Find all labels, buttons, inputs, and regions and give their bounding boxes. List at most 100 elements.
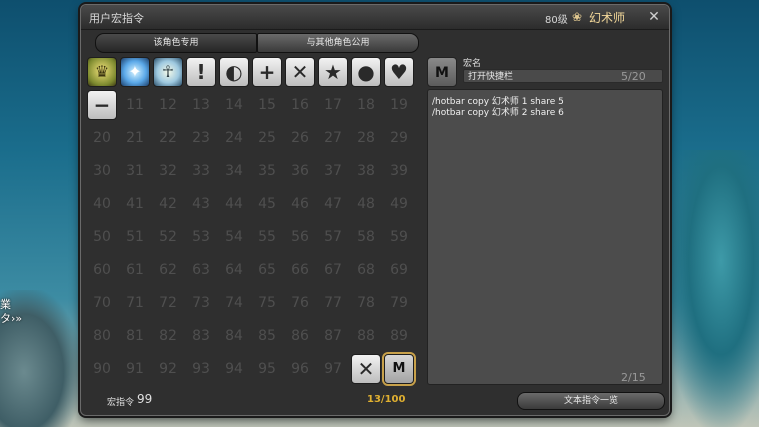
plus-icon[interactable]: + xyxy=(252,57,282,87)
macro-slot-53[interactable]: 53 xyxy=(186,222,216,252)
macro-slot-83[interactable]: 83 xyxy=(186,321,216,351)
macro-slot-38[interactable]: 38 xyxy=(351,156,381,186)
macro-slot-33[interactable]: 33 xyxy=(186,156,216,186)
person-pose-icon[interactable]: ☥ xyxy=(153,57,183,87)
macro-slot-31[interactable]: 31 xyxy=(120,156,150,186)
macro-slot-47[interactable]: 47 xyxy=(318,189,348,219)
macro-slot-73[interactable]: 73 xyxy=(186,288,216,318)
macro-slot-66[interactable]: 66 xyxy=(285,255,315,285)
macro-slot-87[interactable]: 87 xyxy=(318,321,348,351)
macro-slot-68[interactable]: 68 xyxy=(351,255,381,285)
text-command-list-button[interactable]: 文本指令一览 xyxy=(517,392,665,410)
macro-slot-23[interactable]: 23 xyxy=(186,123,216,153)
macro-slot-18[interactable]: 18 xyxy=(351,90,381,120)
macro-slot-20[interactable]: 20 xyxy=(87,123,117,153)
macro-slot-25[interactable]: 25 xyxy=(252,123,282,153)
macro-slot-26[interactable]: 26 xyxy=(285,123,315,153)
macro-slot-35[interactable]: 35 xyxy=(252,156,282,186)
macro-slot-52[interactable]: 52 xyxy=(153,222,183,252)
window-titlebar[interactable]: 用户宏指令 80级 ❀ 幻术师 ✕ xyxy=(81,5,669,30)
macro-slot-94[interactable]: 94 xyxy=(219,354,249,384)
macro-slot-36[interactable]: 36 xyxy=(285,156,315,186)
m-icon[interactable]: M xyxy=(382,352,416,386)
macro-slot-88[interactable]: 88 xyxy=(351,321,381,351)
macro-slot-14[interactable]: 14 xyxy=(219,90,249,120)
macro-slot-56[interactable]: 56 xyxy=(285,222,315,252)
gold-crown-icon[interactable]: ♛ xyxy=(87,57,117,87)
macro-slot-95[interactable]: 95 xyxy=(252,354,282,384)
macro-slot-69[interactable]: 69 xyxy=(384,255,414,285)
cross-icon[interactable]: ✕ xyxy=(285,57,315,87)
macro-icon-button[interactable]: M xyxy=(427,57,457,87)
macro-slot-29[interactable]: 29 xyxy=(384,123,414,153)
macro-slot-91[interactable]: 91 xyxy=(120,354,150,384)
macro-slot-92[interactable]: 92 xyxy=(153,354,183,384)
macro-slot-44[interactable]: 44 xyxy=(219,189,249,219)
macro-slot-90[interactable]: 90 xyxy=(87,354,117,384)
macro-slot-50[interactable]: 50 xyxy=(87,222,117,252)
macro-slot-65[interactable]: 65 xyxy=(252,255,282,285)
macro-slot-77[interactable]: 77 xyxy=(318,288,348,318)
macro-slot-34[interactable]: 34 xyxy=(219,156,249,186)
macro-slot-80[interactable]: 80 xyxy=(87,321,117,351)
macro-line[interactable]: /hotbar copy 幻术师 2 share 6 xyxy=(432,105,564,118)
macro-slot-86[interactable]: 86 xyxy=(285,321,315,351)
macro-slot-76[interactable]: 76 xyxy=(285,288,315,318)
macro-slot-85[interactable]: 85 xyxy=(252,321,282,351)
macro-slot-55[interactable]: 55 xyxy=(252,222,282,252)
macro-slot-46[interactable]: 46 xyxy=(285,189,315,219)
macro-slot-16[interactable]: 16 xyxy=(285,90,315,120)
macro-slot-43[interactable]: 43 xyxy=(186,189,216,219)
macro-slot-70[interactable]: 70 xyxy=(87,288,117,318)
circle-icon[interactable]: ● xyxy=(351,57,381,87)
macro-slot-74[interactable]: 74 xyxy=(219,288,249,318)
macro-slot-81[interactable]: 81 xyxy=(120,321,150,351)
macro-slot-21[interactable]: 21 xyxy=(120,123,150,153)
blue-sparkle-icon[interactable]: ✦ xyxy=(120,57,150,87)
macro-slot-24[interactable]: 24 xyxy=(219,123,249,153)
lightbulb-icon[interactable]: ◐ xyxy=(219,57,249,87)
macro-slot-39[interactable]: 39 xyxy=(384,156,414,186)
macro-slot-15[interactable]: 15 xyxy=(252,90,282,120)
macro-slot-82[interactable]: 82 xyxy=(153,321,183,351)
tab-shared[interactable]: 与其他角色公用 xyxy=(257,33,419,53)
minus-icon[interactable]: − xyxy=(87,90,117,120)
heart-icon[interactable]: ♥ xyxy=(384,57,414,87)
macro-slot-57[interactable]: 57 xyxy=(318,222,348,252)
macro-slot-37[interactable]: 37 xyxy=(318,156,348,186)
macro-slot-11[interactable]: 11 xyxy=(120,90,150,120)
macro-slot-30[interactable]: 30 xyxy=(87,156,117,186)
macro-slot-45[interactable]: 45 xyxy=(252,189,282,219)
macro-slot-67[interactable]: 67 xyxy=(318,255,348,285)
exclamation-icon[interactable]: ! xyxy=(186,57,216,87)
macro-slot-49[interactable]: 49 xyxy=(384,189,414,219)
macro-slot-75[interactable]: 75 xyxy=(252,288,282,318)
macro-slot-78[interactable]: 78 xyxy=(351,288,381,318)
macro-slot-71[interactable]: 71 xyxy=(120,288,150,318)
macro-slot-17[interactable]: 17 xyxy=(318,90,348,120)
macro-slot-58[interactable]: 58 xyxy=(351,222,381,252)
close-icon[interactable]: ✕ xyxy=(645,8,663,26)
macro-slot-48[interactable]: 48 xyxy=(351,189,381,219)
macro-slot-42[interactable]: 42 xyxy=(153,189,183,219)
macro-slot-12[interactable]: 12 xyxy=(153,90,183,120)
macro-slot-93[interactable]: 93 xyxy=(186,354,216,384)
macro-slot-51[interactable]: 51 xyxy=(120,222,150,252)
macro-slot-19[interactable]: 19 xyxy=(384,90,414,120)
cross-icon[interactable]: ✕ xyxy=(351,354,381,384)
macro-slot-96[interactable]: 96 xyxy=(285,354,315,384)
macro-slot-79[interactable]: 79 xyxy=(384,288,414,318)
macro-slot-61[interactable]: 61 xyxy=(120,255,150,285)
star-icon[interactable]: ★ xyxy=(318,57,348,87)
macro-slot-41[interactable]: 41 xyxy=(120,189,150,219)
macro-slot-64[interactable]: 64 xyxy=(219,255,249,285)
macro-slot-22[interactable]: 22 xyxy=(153,123,183,153)
macro-slot-84[interactable]: 84 xyxy=(219,321,249,351)
macro-slot-62[interactable]: 62 xyxy=(153,255,183,285)
macro-slot-89[interactable]: 89 xyxy=(384,321,414,351)
macro-slot-54[interactable]: 54 xyxy=(219,222,249,252)
macro-slot-40[interactable]: 40 xyxy=(87,189,117,219)
macro-slot-60[interactable]: 60 xyxy=(87,255,117,285)
macro-slot-59[interactable]: 59 xyxy=(384,222,414,252)
macro-slot-63[interactable]: 63 xyxy=(186,255,216,285)
